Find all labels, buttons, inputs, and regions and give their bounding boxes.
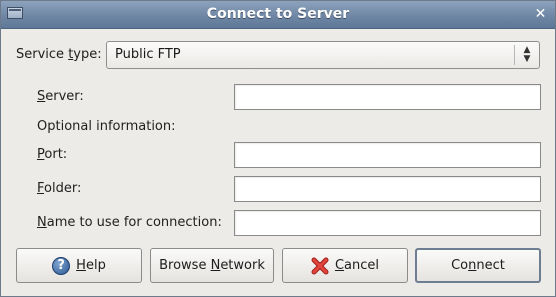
connection-name-input[interactable] [234,210,541,236]
help-icon: ? [52,256,71,275]
connect-button-label: Connect [451,258,505,273]
browse-network-button-label: Browse Network [159,258,265,273]
connection-name-label: Name to use for connection: [37,215,222,230]
connect-to-server-dialog: Connect to Server ✕ Service type: Public… [0,0,556,297]
folder-input[interactable] [234,176,541,202]
help-button-label: Help [76,258,106,273]
title-bar[interactable]: Connect to Server ✕ [1,1,555,29]
cancel-button-label: Cancel [334,258,380,273]
connect-button[interactable]: Connect [415,248,541,283]
service-type-label: Service type: [16,47,102,62]
up-down-arrows-icon: ▲ ▼ [523,45,531,64]
server-label: Server: [37,89,84,104]
port-label: Port: [37,147,68,162]
browse-network-button[interactable]: Browse Network [150,248,274,283]
server-input[interactable] [234,84,541,110]
cancel-button[interactable]: Cancel [282,248,408,283]
folder-label: Folder: [37,181,82,196]
close-button[interactable]: ✕ [532,6,549,22]
service-type-value: Public FTP [115,47,181,62]
combo-separator [514,45,515,65]
cancel-icon [311,257,329,274]
port-input[interactable] [234,142,541,168]
service-type-select[interactable]: Public FTP ▲ ▼ [106,41,540,69]
help-button[interactable]: ? Help [16,248,142,283]
window-title: Connect to Server [206,6,350,22]
optional-information-label: Optional information: [37,119,176,134]
